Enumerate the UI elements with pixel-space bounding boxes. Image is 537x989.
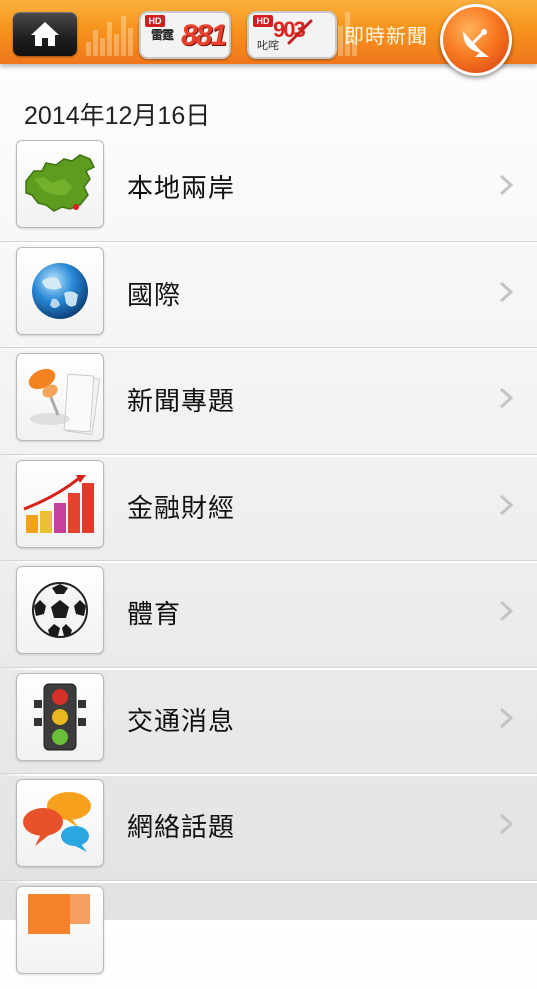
category-label: 新聞專題: [127, 381, 235, 418]
china-map-icon: [16, 140, 104, 228]
station-903-button[interactable]: HD 叱咤 903: [247, 11, 337, 59]
chevron-right-icon: [498, 706, 514, 730]
category-label: 國際: [127, 275, 181, 312]
category-list: 本地兩岸 國際: [0, 137, 537, 989]
station-881-name: 雷霆: [151, 26, 173, 43]
category-item-sports[interactable]: 體育: [0, 563, 537, 670]
chevron-right-icon: [498, 599, 514, 623]
category-label: 體育: [127, 594, 181, 631]
realtime-news-label[interactable]: 即時新聞: [344, 20, 428, 49]
category-label: 金融財經: [127, 488, 235, 525]
category-item-local[interactable]: 本地兩岸: [0, 137, 537, 244]
traffic-light-icon: [16, 673, 104, 761]
globe-icon: [16, 247, 104, 335]
bar-chart-icon: [16, 460, 104, 548]
radio-button[interactable]: [440, 4, 512, 76]
chevron-right-icon: [498, 280, 514, 304]
home-button[interactable]: [13, 12, 77, 56]
home-icon: [30, 21, 60, 47]
satellite-dish-icon: [457, 21, 495, 59]
category-item-partial[interactable]: [0, 883, 537, 989]
date-label: 2014年12月16日: [24, 96, 210, 132]
category-item-traffic[interactable]: 交通消息: [0, 670, 537, 777]
soccer-ball-icon: [16, 566, 104, 654]
speech-bubbles-icon: [16, 779, 104, 867]
chevron-right-icon: [498, 173, 514, 197]
equalizer-decoration: [86, 8, 133, 56]
category-item-features[interactable]: 新聞專題: [0, 350, 537, 457]
station-881-button[interactable]: HD 雷霆 881: [139, 11, 231, 59]
chevron-right-icon: [498, 386, 514, 410]
partial-orange-icon: [16, 886, 104, 974]
category-item-web-topics[interactable]: 網絡話題: [0, 776, 537, 883]
station-881-number: 881: [181, 19, 225, 53]
category-label: 交通消息: [127, 701, 235, 738]
top-bar: HD 雷霆 881 HD 叱咤 903 即時新聞: [0, 0, 537, 64]
chevron-right-icon: [498, 493, 514, 517]
chevron-right-icon: [498, 812, 514, 836]
category-item-international[interactable]: 國際: [0, 244, 537, 351]
category-label: 本地兩岸: [127, 168, 235, 205]
needle-icon: [249, 13, 335, 57]
category-item-finance[interactable]: 金融財經: [0, 457, 537, 564]
pushpin-icon: [16, 353, 104, 441]
category-label: 網絡話題: [127, 807, 235, 844]
